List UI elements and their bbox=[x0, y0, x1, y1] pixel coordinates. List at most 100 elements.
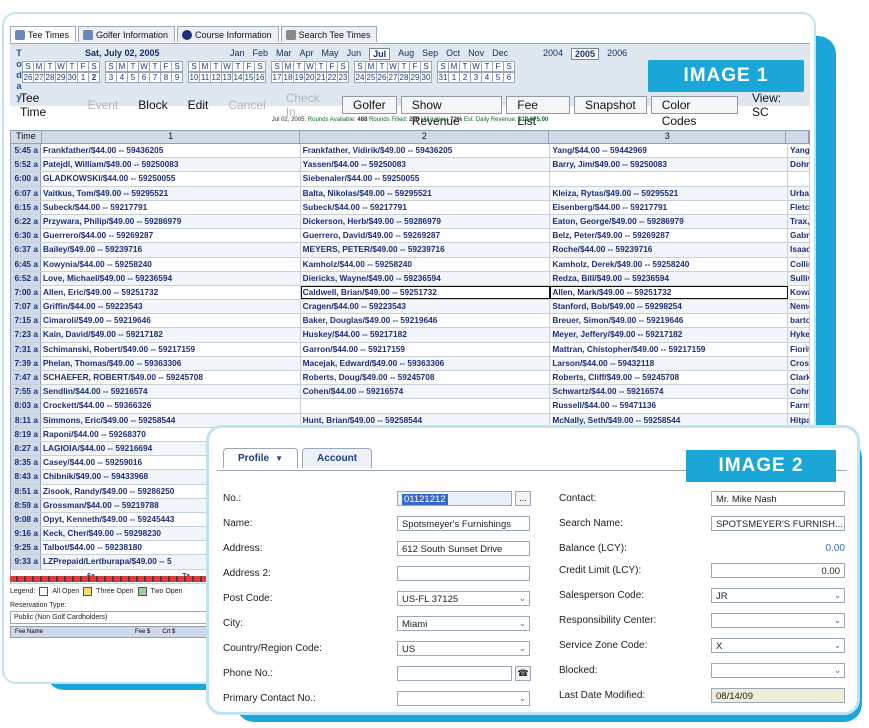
booking-cell[interactable]: Kamholz, Derek/$49.00 -- 59258240 bbox=[550, 257, 789, 271]
tab-course-information[interactable]: Course Information bbox=[177, 26, 279, 42]
booking-cell[interactable]: Patejdl, William/$49.00 -- 59250083 bbox=[41, 158, 301, 172]
month-oct[interactable]: Oct bbox=[446, 48, 460, 60]
year-2004[interactable]: 2004 bbox=[543, 48, 563, 60]
booking-cell[interactable]: Urba, Pau bbox=[788, 186, 810, 200]
salesperson-input[interactable]: JR ⌄ bbox=[711, 588, 845, 603]
tee-time-cell[interactable]: 6:07 a bbox=[11, 186, 41, 200]
booking-cell[interactable]: Kleiza, Rytas/$49.00 -- 59295521 bbox=[550, 186, 789, 200]
view-selector[interactable]: View: SC bbox=[742, 91, 810, 119]
booking-cell[interactable]: Guerrero/$44.00 -- 59269287 bbox=[41, 229, 301, 243]
booking-cell[interactable]: Baker, Douglas/$49.00 -- 59219646 bbox=[301, 314, 551, 328]
credit-limit-input[interactable]: 0.00 bbox=[711, 563, 845, 578]
booking-cell[interactable]: GLADKOWSKI/$44.00 -- 59250055 bbox=[41, 172, 301, 186]
tee-time-cell[interactable]: 7:07 a bbox=[11, 300, 41, 314]
responsibility-input[interactable]: ⌄ bbox=[711, 613, 845, 628]
color-codes-button[interactable]: Color Codes bbox=[650, 96, 738, 128]
year-2005[interactable]: 2005 bbox=[571, 48, 600, 60]
booking-cell[interactable]: Eisenberg/$44.00 -- 59217791 bbox=[550, 200, 789, 214]
tee-time-cell[interactable]: 9:08 a bbox=[11, 512, 41, 527]
tee-time-cell[interactable]: 7:23 a bbox=[11, 328, 41, 342]
phone-dial-icon[interactable]: ☎ bbox=[515, 666, 531, 681]
tee-time-cell[interactable]: 9:33 a bbox=[11, 555, 41, 569]
booking-cell[interactable]: Russell/$44.00 -- 59471136 bbox=[550, 399, 789, 413]
booking-cell[interactable]: Przywara, Philip/$49.00 -- 59286979 bbox=[41, 214, 301, 229]
booking-cell[interactable]: Phelan, Thomas/$49.00 -- 59363306 bbox=[41, 356, 301, 370]
booking-cell[interactable]: Trax, Rob bbox=[788, 214, 810, 229]
calendar-day[interactable]: 16 bbox=[254, 72, 266, 83]
contact-input[interactable]: Mr. Mike Nash bbox=[711, 491, 845, 506]
booking-cell[interactable]: Subeck/$44.00 -- 59217791 bbox=[41, 200, 301, 214]
fee-list-button[interactable]: Fee List bbox=[506, 96, 570, 128]
booking-cell[interactable]: Love, Michael/$49.00 -- 59236594 bbox=[41, 271, 301, 285]
check-in-button[interactable]: Check In bbox=[276, 91, 342, 119]
show-revenue-button[interactable]: Show Revenue bbox=[400, 96, 503, 128]
booking-cell[interactable]: Macejak, Edward/$49.00 -- 59363306 bbox=[301, 356, 551, 370]
booking-cell[interactable]: Yang/$44.00 -- 59442969 bbox=[550, 144, 789, 158]
month-dec[interactable]: Dec bbox=[492, 48, 508, 60]
month-jan[interactable]: Jan bbox=[230, 48, 245, 60]
chevron-down-icon[interactable]: ⌄ bbox=[516, 617, 529, 630]
booking-cell[interactable]: Subeck/$44.00 -- 59217791 bbox=[301, 200, 551, 214]
address-input[interactable]: 612 South Sunset Drive bbox=[397, 541, 530, 556]
reservation-type-select[interactable]: Public (Non Golf Cardholders) bbox=[10, 611, 220, 624]
month-may[interactable]: May bbox=[322, 48, 339, 60]
booking-cell[interactable]: Nemeth, bbox=[788, 300, 810, 314]
booking-cell[interactable]: Guerrero, David/$49.00 -- 59269287 bbox=[301, 229, 551, 243]
chevron-down-icon[interactable]: ⌄ bbox=[516, 692, 529, 705]
month-nov[interactable]: Nov bbox=[468, 48, 484, 60]
booking-cell[interactable]: Barry, Jim/$49.00 -- 59250083 bbox=[550, 158, 789, 172]
tee-time-cell[interactable]: 6:30 a bbox=[11, 229, 41, 243]
booking-cell[interactable]: Dickerson, Herb/$49.00 -- 59286979 bbox=[301, 214, 551, 229]
booking-cell[interactable]: Collins/$ bbox=[788, 257, 810, 271]
tee-time-cell[interactable]: 6:45 a bbox=[11, 257, 41, 271]
booking-cell[interactable]: Cimarolí/$49.00 -- 59219646 bbox=[41, 314, 301, 328]
month-aug[interactable]: Aug bbox=[398, 48, 414, 60]
month-apr[interactable]: Apr bbox=[300, 48, 314, 60]
booking-cell[interactable] bbox=[550, 172, 789, 186]
booking-cell[interactable]: Larson/$44.00 -- 59432118 bbox=[550, 356, 789, 370]
booking-cell[interactable]: Dohrman bbox=[788, 158, 810, 172]
tab-profile[interactable]: Profile ▼ bbox=[223, 448, 299, 468]
tee-time-cell[interactable]: 8:51 a bbox=[11, 484, 41, 498]
country-input[interactable]: US ⌄ bbox=[397, 641, 530, 656]
booking-cell[interactable]: Roberts, Doug/$49.00 -- 59245708 bbox=[301, 371, 551, 385]
month-feb[interactable]: Feb bbox=[253, 48, 269, 60]
chevron-down-icon[interactable]: ⌄ bbox=[831, 614, 844, 627]
edit-button[interactable]: Edit bbox=[178, 98, 219, 112]
block-button[interactable]: Block bbox=[128, 98, 177, 112]
booking-cell[interactable]: Yang/$44 bbox=[788, 144, 810, 158]
tee-time-cell[interactable]: 8:35 a bbox=[11, 456, 41, 470]
booking-cell[interactable]: Fletcher/ bbox=[788, 200, 810, 214]
booking-cell[interactable]: Eaton, George/$49.00 -- 59286979 bbox=[550, 214, 789, 229]
chevron-down-icon[interactable]: ⌄ bbox=[831, 639, 844, 652]
month-jul[interactable]: Jul bbox=[369, 48, 391, 60]
tee-time-cell[interactable]: 8:19 a bbox=[11, 427, 41, 441]
booking-cell[interactable]: Garron/$44.00 -- 59217159 bbox=[301, 342, 551, 356]
booking-cell[interactable]: Frankfather, Vidirik/$49.00 -- 59436205 bbox=[301, 144, 551, 158]
booking-cell[interactable]: Caldwell, Brian/$49.00 -- 59251732 bbox=[300, 285, 551, 300]
tab-golfer-information[interactable]: Golfer Information bbox=[78, 26, 176, 42]
booking-cell[interactable]: Roche/$44.00 -- 59239716 bbox=[550, 243, 789, 257]
booking-cell[interactable]: Isaacson, bbox=[788, 243, 810, 257]
booking-cell[interactable]: Schwartz/$44.00 -- 59216574 bbox=[550, 385, 789, 399]
booking-cell[interactable]: Balta, Nikolas/$49.00 -- 59295521 bbox=[301, 186, 551, 200]
booking-cell[interactable]: Farmer/$ bbox=[788, 399, 810, 413]
year-2006[interactable]: 2006 bbox=[607, 48, 627, 60]
golfer-button[interactable]: Golfer bbox=[342, 96, 397, 114]
tab-search-tee-times[interactable]: Search Tee Times bbox=[280, 26, 378, 42]
cancel-button[interactable]: Cancel bbox=[218, 98, 275, 112]
month-sep[interactable]: Sep bbox=[422, 48, 438, 60]
booking-cell[interactable]: Sullivan, bbox=[788, 271, 810, 285]
no-input[interactable]: 01121212 bbox=[397, 491, 512, 506]
month-jun[interactable]: Jun bbox=[347, 48, 362, 60]
booking-cell[interactable]: Frankfather/$44.00 -- 59436205 bbox=[41, 144, 301, 158]
assist-edit-button[interactable]: ... bbox=[515, 491, 531, 506]
tee-time-cell[interactable]: 9:25 a bbox=[11, 541, 41, 555]
tee-time-cell[interactable]: 7:55 a bbox=[11, 385, 41, 399]
name-input[interactable]: Spotsmeyer's Furnishings bbox=[397, 516, 530, 531]
tee-time-button[interactable]: Tee Time bbox=[10, 91, 78, 119]
snapshot-button[interactable]: Snapshot bbox=[574, 96, 647, 114]
tab-account[interactable]: Account bbox=[302, 448, 373, 468]
tee-time-cell[interactable]: 8:59 a bbox=[11, 498, 41, 512]
booking-cell[interactable]: Siebenaler/$44.00 -- 59250055 bbox=[301, 172, 551, 186]
